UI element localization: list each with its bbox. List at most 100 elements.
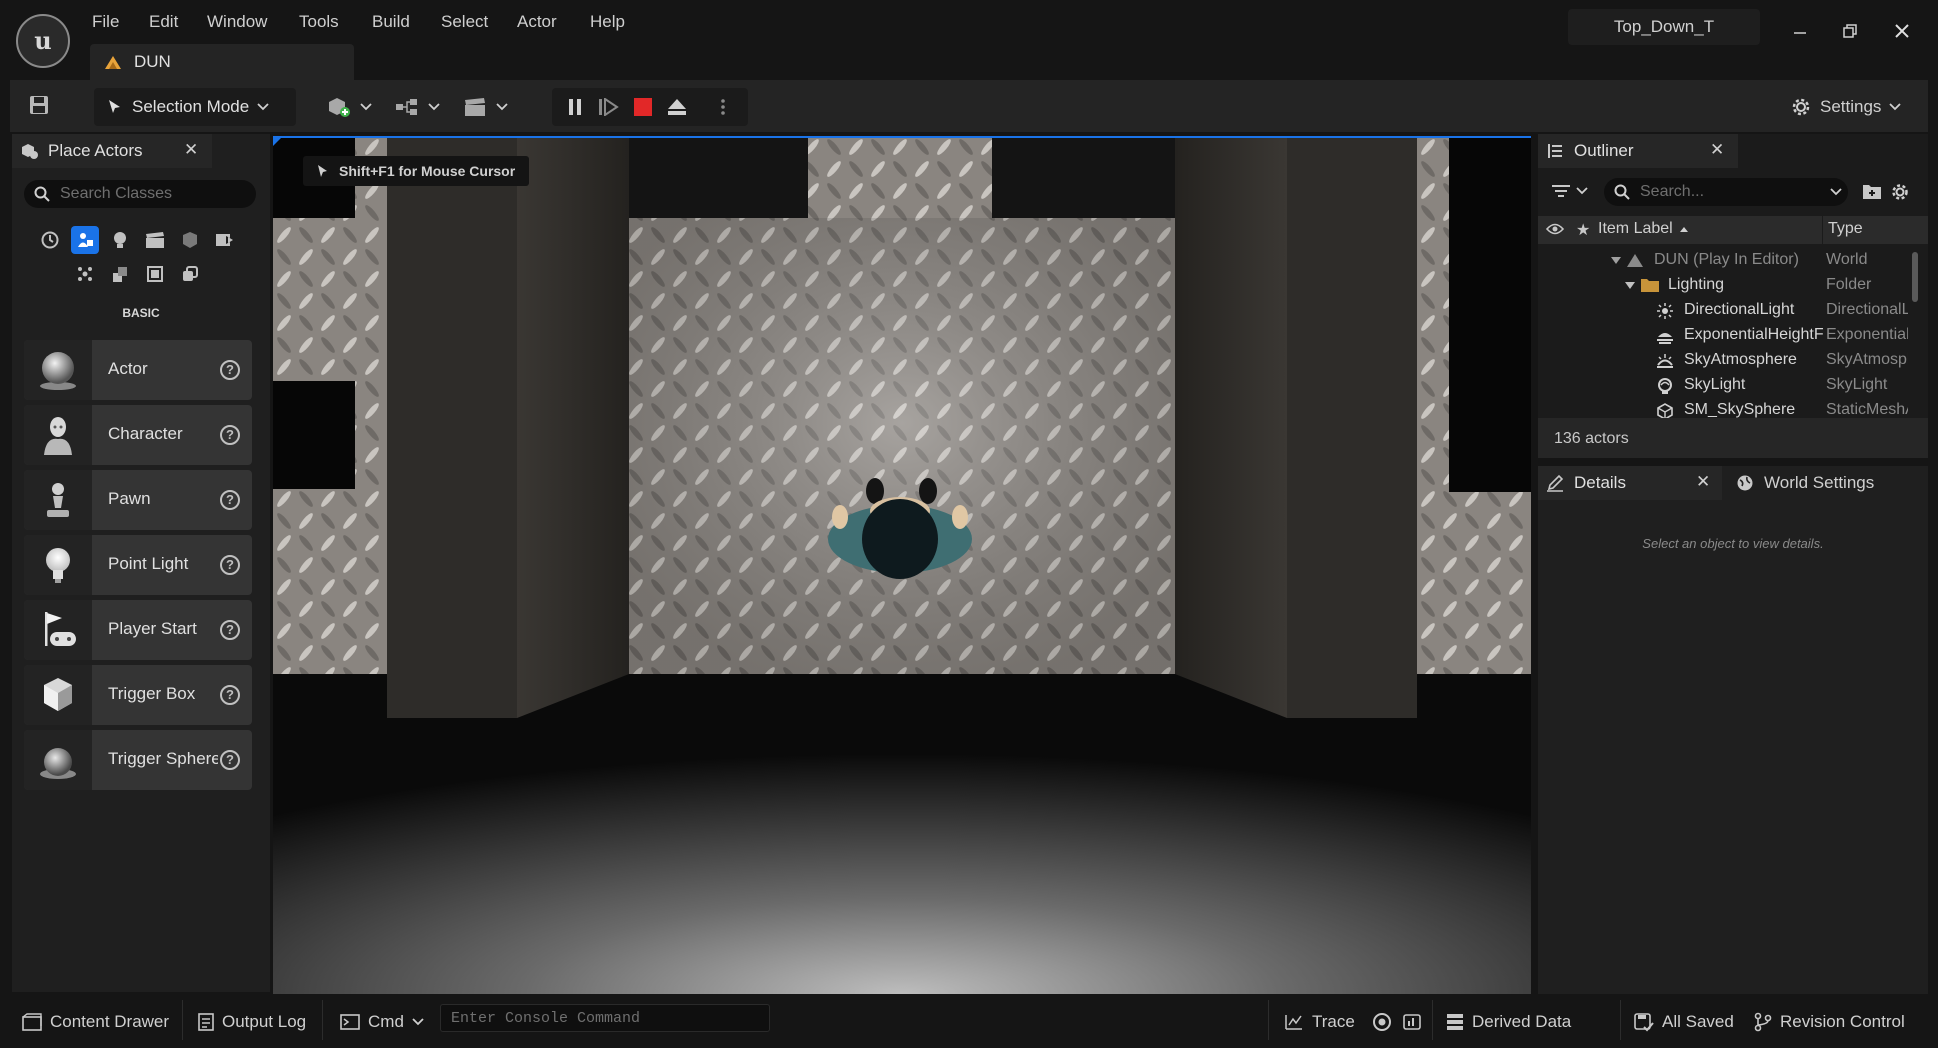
lightbulb-icon: [24, 535, 92, 595]
actor-item-trigger-sphere[interactable]: Trigger Sphere ?: [24, 730, 252, 790]
type-column[interactable]: Type: [1828, 220, 1863, 238]
search-classes-field[interactable]: [24, 180, 256, 208]
basic-category-icon[interactable]: [71, 226, 99, 254]
settings-dropdown[interactable]: Settings: [1790, 88, 1902, 126]
outliner-scrollbar[interactable]: [1912, 252, 1918, 302]
menu-build[interactable]: Build: [372, 12, 410, 32]
cinematics-button[interactable]: [462, 96, 508, 118]
help-icon[interactable]: ?: [220, 360, 240, 380]
menu-tools[interactable]: Tools: [299, 12, 339, 32]
pause-icon[interactable]: [566, 98, 584, 116]
restore-icon[interactable]: [1833, 14, 1867, 48]
unreal-logo-icon[interactable]: u: [16, 14, 70, 68]
close-window-icon[interactable]: [1885, 14, 1919, 48]
world-settings-tab[interactable]: World Settings: [1736, 466, 1874, 500]
all-saved-button[interactable]: All Saved: [1634, 1008, 1734, 1036]
pin-column-icon[interactable]: ★: [1576, 220, 1590, 240]
eject-icon[interactable]: [666, 98, 688, 116]
outliner-search-input[interactable]: [1640, 183, 1820, 201]
save-icon[interactable]: [28, 94, 50, 116]
add-actor-button[interactable]: [326, 96, 372, 118]
screenshot-icon[interactable]: [1402, 1012, 1422, 1032]
menu-help[interactable]: Help: [590, 12, 625, 32]
close-tab-icon[interactable]: ✕: [1710, 140, 1724, 160]
revision-control-button[interactable]: Revision Control: [1754, 1008, 1905, 1036]
outliner-row-world[interactable]: DUN (Play In Editor) World: [1538, 248, 1908, 273]
place-actors-icon: [22, 144, 38, 159]
actor-item-trigger-box[interactable]: Trigger Box ?: [24, 665, 252, 725]
output-log-button[interactable]: Output Log: [198, 1008, 306, 1036]
blueprint-icon: [396, 99, 417, 115]
shapes-category-icon[interactable]: [106, 260, 134, 288]
outliner-search-field[interactable]: [1604, 178, 1848, 206]
actor-item-actor[interactable]: Actor ?: [24, 340, 252, 400]
revision-control-label: Revision Control: [1780, 1012, 1905, 1031]
geometry-category-icon[interactable]: [71, 260, 99, 288]
item-label-column[interactable]: Item Label: [1598, 220, 1689, 238]
content-drawer-button[interactable]: Content Drawer: [22, 1008, 169, 1036]
outliner-row-sky-atmosphere[interactable]: SkyAtmosphere SkyAtmosphere: [1538, 348, 1908, 373]
project-name: Top_Down_T: [1568, 9, 1760, 45]
all-classes-category-icon[interactable]: [141, 260, 169, 288]
help-icon[interactable]: ?: [220, 750, 240, 770]
search-classes-input[interactable]: [60, 185, 240, 203]
cmd-dropdown[interactable]: Cmd: [340, 1008, 424, 1036]
game-scene: [273, 136, 1531, 994]
menu-select[interactable]: Select: [441, 12, 488, 32]
trace-button[interactable]: Trace: [1284, 1008, 1355, 1036]
menu-actor[interactable]: Actor: [517, 12, 557, 32]
outliner-panel: Outliner ✕ ★ Item Label Type DUN (Play I…: [1538, 134, 1928, 458]
help-icon[interactable]: ?: [220, 490, 240, 510]
copies-category-icon[interactable]: [176, 260, 204, 288]
volumes-category-icon[interactable]: [211, 226, 239, 254]
stop-icon[interactable]: [634, 98, 652, 116]
level-tab[interactable]: DUN: [90, 44, 354, 80]
menu-file[interactable]: File: [92, 12, 119, 32]
fog-icon: [1657, 333, 1673, 344]
help-icon[interactable]: ?: [220, 685, 240, 705]
sky-atmosphere-icon: [1657, 354, 1673, 368]
frame-skip-icon[interactable]: [598, 98, 620, 116]
actor-item-character[interactable]: Character ?: [24, 405, 252, 465]
outliner-row-directional-light[interactable]: DirectionalLight DirectionalLight: [1538, 298, 1908, 323]
pencil-icon: [1547, 474, 1564, 492]
menu-window[interactable]: Window: [207, 12, 267, 32]
selection-mode-dropdown[interactable]: Selection Mode: [94, 88, 296, 126]
search-icon: [34, 186, 50, 202]
close-tab-icon[interactable]: ✕: [184, 140, 198, 160]
level-viewport[interactable]: Shift+F1 for Mouse Cursor: [273, 136, 1531, 994]
derived-data-icon: [1447, 1014, 1463, 1030]
outliner-tab[interactable]: Outliner: [1538, 134, 1738, 168]
help-icon[interactable]: ?: [220, 425, 240, 445]
minimize-icon[interactable]: [1783, 14, 1817, 48]
outliner-column-header: ★ Item Label Type: [1538, 216, 1928, 244]
lights-category-icon[interactable]: [106, 226, 134, 254]
outliner-row-lighting[interactable]: Lighting Folder: [1538, 273, 1908, 298]
recent-icon[interactable]: [36, 226, 64, 254]
visibility-column-icon[interactable]: [1546, 222, 1564, 236]
actor-item-player-start[interactable]: Player Start ?: [24, 600, 252, 660]
outliner-row-sky-sphere[interactable]: SM_SkySphere StaticMeshActor: [1538, 398, 1908, 418]
sphere-icon: [24, 730, 92, 790]
outliner-row-sky-light[interactable]: SkyLight SkyLight: [1538, 373, 1908, 398]
help-icon[interactable]: ?: [220, 555, 240, 575]
more-options-icon[interactable]: [720, 98, 726, 116]
close-tab-icon[interactable]: ✕: [1696, 472, 1710, 492]
details-tab[interactable]: Details: [1538, 466, 1722, 500]
outliner-row-exponential-height-fog[interactable]: ExponentialHeightFog ExponentialHeightFo…: [1538, 323, 1908, 348]
menu-edit[interactable]: Edit: [149, 12, 178, 32]
add-folder-icon[interactable]: [1862, 182, 1882, 200]
actor-item-pawn[interactable]: Pawn ?: [24, 470, 252, 530]
cinematic-category-icon[interactable]: [141, 226, 169, 254]
record-icon[interactable]: [1372, 1012, 1392, 1032]
filter-dropdown[interactable]: [1552, 184, 1588, 198]
help-icon[interactable]: ?: [220, 620, 240, 640]
actor-item-point-light[interactable]: Point Light ?: [24, 535, 252, 595]
gear-icon[interactable]: [1890, 182, 1910, 202]
console-command-input[interactable]: [440, 1004, 770, 1032]
visual-effects-category-icon[interactable]: [176, 226, 204, 254]
derived-data-button[interactable]: Derived Data: [1446, 1008, 1571, 1036]
blueprint-button[interactable]: [394, 96, 440, 118]
place-actors-tab[interactable]: Place Actors: [12, 134, 212, 168]
derived-data-label: Derived Data: [1472, 1012, 1572, 1031]
